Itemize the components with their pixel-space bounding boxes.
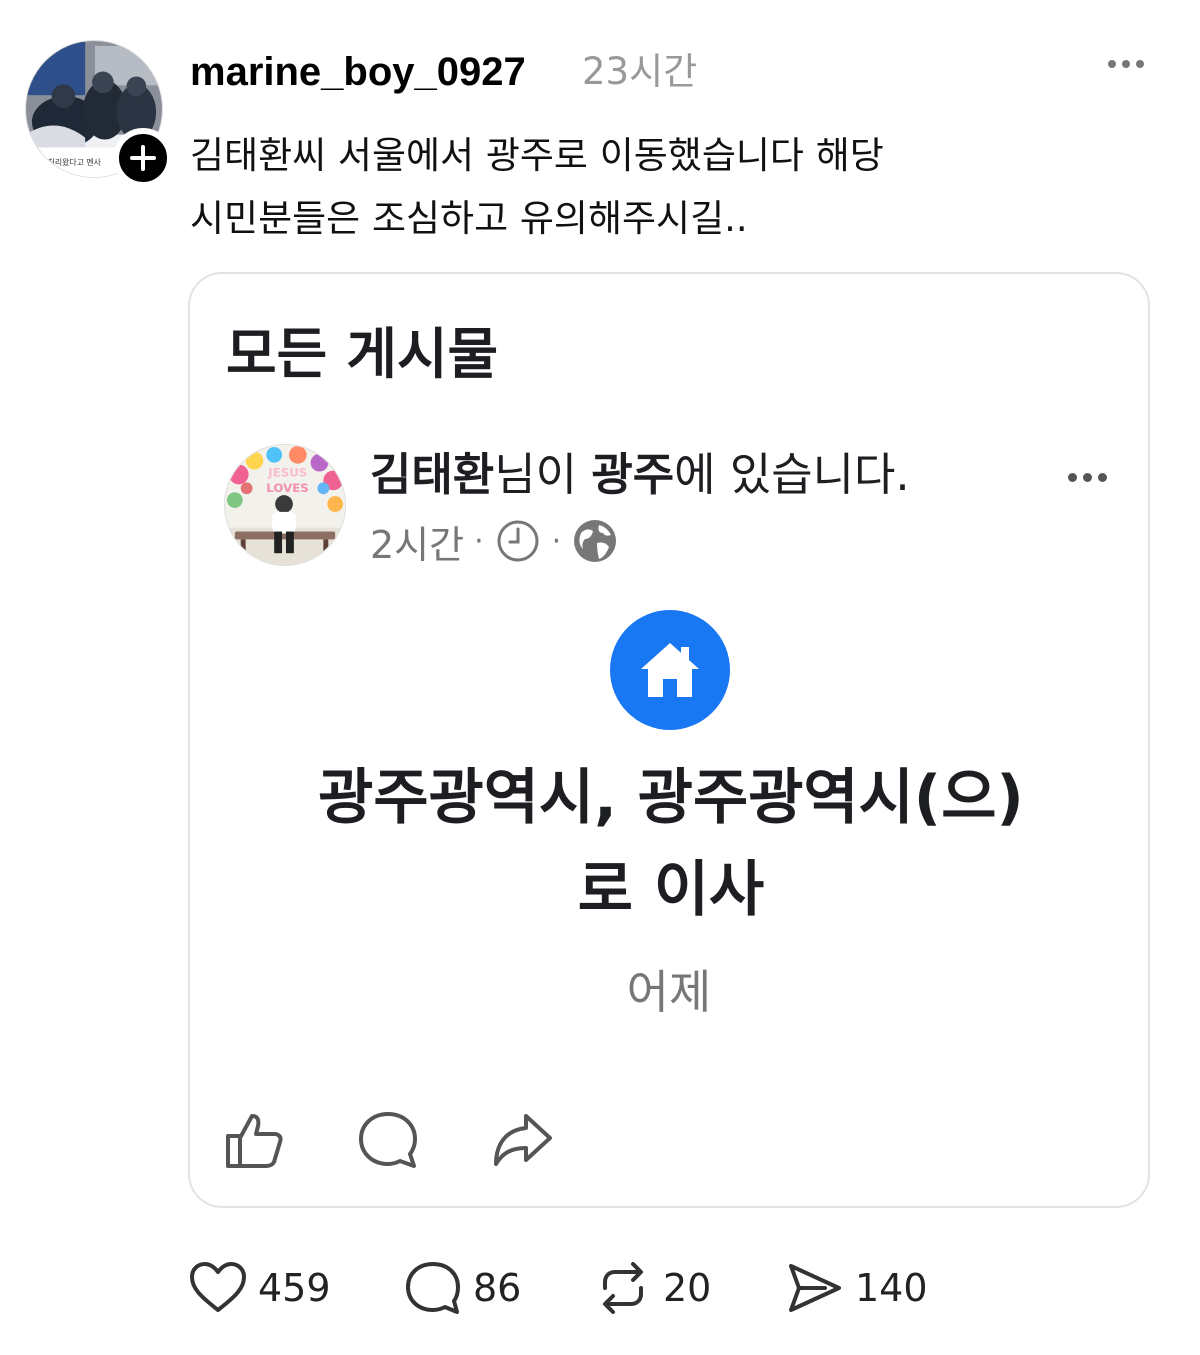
embed-headline-text: 님이	[494, 448, 592, 501]
embed-action-bar	[222, 1108, 554, 1172]
like-stat-button[interactable]: 459	[188, 1258, 403, 1318]
share-button[interactable]	[490, 1108, 554, 1172]
embed-author-name[interactable]: 김태환	[370, 448, 494, 501]
clock-icon	[497, 520, 539, 562]
more-options-button[interactable]	[1098, 46, 1154, 82]
globe-icon	[574, 520, 617, 562]
repost-icon	[603, 1262, 643, 1314]
avatar-text: JESUS	[267, 465, 307, 479]
life-event-badge	[610, 610, 730, 730]
house-icon	[641, 643, 699, 697]
embed-more-button[interactable]	[1058, 464, 1116, 490]
meta-separator: ·	[551, 523, 562, 559]
heart-icon	[190, 1262, 246, 1312]
more-horizontal-icon	[1108, 60, 1116, 68]
comment-button[interactable]	[356, 1108, 420, 1172]
life-event-date: 어제	[626, 965, 712, 1019]
username-link[interactable]: marine_boy_0927	[190, 44, 526, 100]
caption-line: 김태환씨 서울에서 광주로 이동했습니다 해당	[190, 134, 884, 177]
like-button[interactable]	[222, 1108, 286, 1172]
share-icon	[494, 1114, 552, 1166]
embed-location-link[interactable]: 광주	[591, 448, 674, 501]
more-horizontal-icon	[1067, 472, 1077, 482]
post-timestamp: 23시간	[582, 50, 698, 93]
embedded-post-card[interactable]: 모든 게시물 JESUS LOVES 김태환님이 광주에 있습니다. 2시간 ·…	[188, 272, 1150, 1208]
life-event-line: 로 이사	[577, 855, 765, 925]
reply-count: 86	[473, 1266, 522, 1310]
repost-stat-button[interactable]: 20	[593, 1258, 785, 1318]
send-icon	[789, 1264, 841, 1312]
post-caption: 김태환씨 서울에서 광주로 이동했습니다 해당 시민분들은 조심하고 유의해주시…	[190, 124, 1150, 250]
embed-meta-row: 2시간 · ·	[370, 512, 619, 570]
avatar-text: LOVES	[266, 481, 309, 495]
avatar-caption: 처리왔다고 멘사	[48, 158, 102, 167]
embed-avatar-photo: JESUS LOVES	[225, 445, 345, 565]
like-count: 459	[258, 1266, 331, 1310]
embed-headline: 김태환님이 광주에 있습니다.	[370, 444, 910, 506]
life-event-line: 광주광역시, 광주광역시(으)	[318, 763, 1024, 833]
plus-icon	[130, 145, 156, 171]
caption-line: 시민분들은 조심하고 유의해주시길..	[190, 197, 748, 240]
embed-time[interactable]: 2시간	[370, 514, 464, 569]
comment-icon	[359, 1112, 417, 1168]
section-title: 모든 게시물	[226, 322, 499, 386]
embed-author-avatar[interactable]: JESUS LOVES	[224, 444, 346, 566]
embed-headline-text: 에 있습니다.	[674, 448, 910, 501]
life-event-title: 광주광역시, 광주광역시(으) 로 이사	[220, 752, 1122, 936]
like-icon	[226, 1114, 283, 1168]
share-count: 140	[855, 1266, 928, 1310]
follow-button[interactable]	[113, 128, 173, 188]
engagement-bar: 459 86 20 140	[188, 1258, 928, 1318]
share-stat-button[interactable]: 140	[785, 1258, 928, 1318]
reply-stat-button[interactable]: 86	[403, 1258, 593, 1318]
meta-separator: ·	[474, 523, 484, 559]
repost-count: 20	[663, 1266, 712, 1310]
reply-icon	[406, 1262, 460, 1314]
